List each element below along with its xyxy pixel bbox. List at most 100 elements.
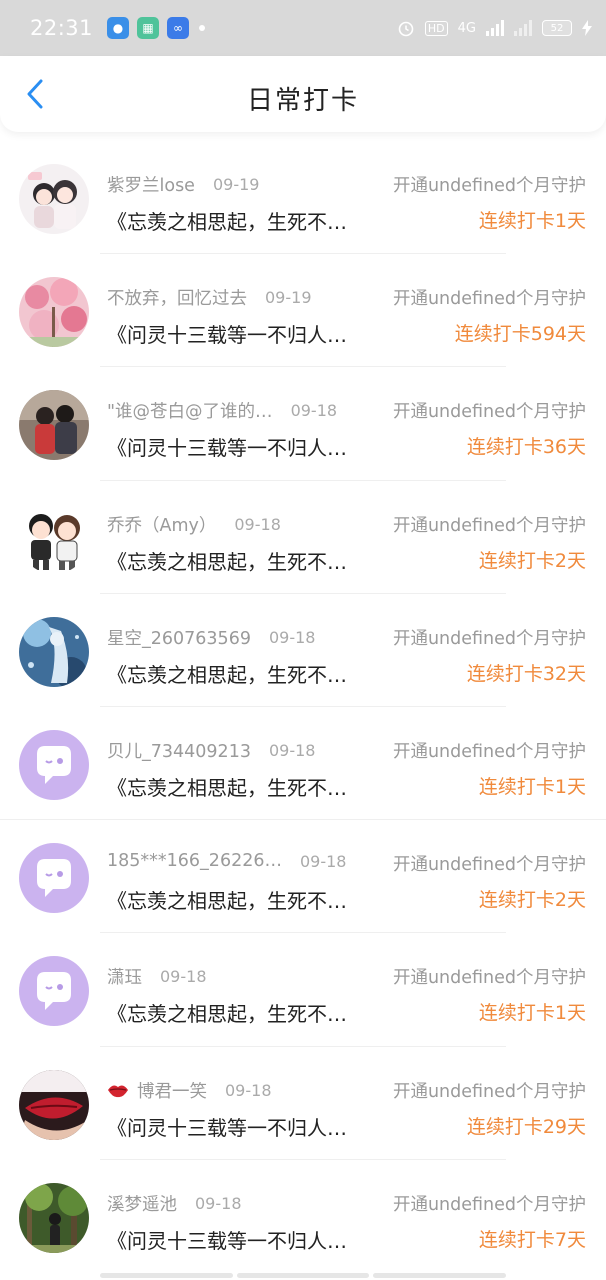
hd-badge: HD (424, 20, 448, 36)
user-info: 贝儿_734409213 09-18 (107, 738, 315, 763)
chat-bubble-icon (19, 956, 89, 1027)
list-item[interactable]: 不放弃，回忆过去 09-19 开通undefined个月守护 《问灵十三载等一不… (0, 254, 606, 368)
avatar[interactable] (19, 390, 89, 461)
avatar[interactable] (19, 277, 89, 348)
avatar[interactable] (19, 616, 89, 687)
avatar[interactable] (19, 1069, 89, 1140)
guard-status: 开通undefined个月守护 (392, 515, 586, 536)
user-info: "谁@苍白@了谁的… 09-18 (107, 398, 337, 423)
avatar[interactable] (19, 503, 89, 574)
checkin-content[interactable]: 《忘羡之相思起，生死不… (107, 772, 377, 801)
list-item[interactable]: 185***166_26226… 09-18 开通undefined个月守护 《… (0, 820, 606, 934)
checkin-date: 09-18 (268, 740, 316, 760)
avatar[interactable] (19, 164, 89, 234)
user-name[interactable]: 贝儿_734409213 (107, 738, 251, 763)
checkin-content[interactable]: 《问灵十三载等一不归人… (107, 319, 377, 348)
user-name[interactable]: "谁@苍白@了谁的… (107, 398, 273, 423)
user-name[interactable]: 乔乔（Amy） (107, 512, 216, 537)
list-item[interactable]: 潇珏 09-18 开通undefined个月守护 《忘羡之相思起，生死不… 连续… (0, 933, 606, 1047)
checkin-content[interactable]: 《忘羡之相思起，生死不… (107, 998, 377, 1027)
user-name[interactable]: 紫罗兰lose (107, 172, 195, 197)
user-info: 乔乔（Amy） 09-18 (107, 512, 281, 537)
list-item[interactable]: "谁@苍白@了谁的… 09-18 开通undefined个月守护 《问灵十三载等… (0, 367, 606, 481)
checkin-date: 09-18 (290, 401, 338, 421)
list-item[interactable]: 紫罗兰lose 09-19 开通undefined个月守护 《忘羡之相思起，生死… (0, 141, 606, 255)
chat-bubble-icon (19, 729, 89, 800)
guard-status: 开通undefined个月守护 (392, 176, 586, 196)
user-name[interactable]: 溪梦遥池 (107, 1191, 177, 1216)
guard-status: 开通undefined个月守护 (392, 741, 586, 762)
battery-icon: 52 (542, 20, 572, 36)
alarm-icon (398, 21, 414, 37)
streak-count: 连续打卡32天 (466, 662, 586, 685)
network-type: 4G (457, 20, 476, 36)
avatar[interactable] (19, 1182, 89, 1253)
streak-count: 连续打卡1天 (478, 210, 586, 232)
list-item[interactable]: 贝儿_734409213 09-18 开通undefined个月守护 《忘羡之相… (0, 707, 606, 821)
streak-count: 连续打卡594天 (454, 323, 586, 346)
status-app-icons: ● ▦ ∞ (107, 17, 206, 39)
checkin-content[interactable]: 《忘羡之相思起，生死不… (107, 206, 377, 235)
default-avatar[interactable] (19, 729, 89, 800)
chat-bubble-icon (19, 843, 89, 914)
nav-bar: 日常打卡 (0, 56, 606, 132)
signal-icon (486, 20, 504, 36)
user-info: 星空_260763569 09-18 (107, 625, 315, 650)
checkin-date: 09-18 (195, 1193, 242, 1213)
checkin-date: 09-18 (225, 1080, 272, 1100)
guard-status: 开通undefined个月守护 (392, 628, 586, 649)
guard-status: 开通undefined个月守护 (392, 1194, 586, 1215)
user-info: 溪梦遥池 09-18 (107, 1191, 242, 1216)
user-name[interactable]: 不放弃，回忆过去 (107, 285, 247, 310)
streak-count: 连续打卡2天 (478, 889, 586, 912)
charging-icon (582, 20, 592, 36)
streak-count: 连续打卡2天 (478, 549, 586, 572)
user-info: 博君一笑 09-18 (107, 1078, 272, 1103)
checkin-date: 09-18 (234, 514, 281, 534)
list-item[interactable]: 溪梦遥池 09-18 开通undefined个月守护 《问灵十三载等一不归人… … (0, 1160, 606, 1273)
lips-icon (108, 1085, 128, 1098)
list-item[interactable]: 星空_260763569 09-18 开通undefined个月守护 《忘羡之相… (0, 594, 606, 707)
list-item[interactable]: 乔乔（Amy） 09-18 开通undefined个月守护 《忘羡之相思起，生死… (0, 481, 606, 594)
status-indicators: HD 4G 52 (397, 19, 592, 37)
guard-status: 开通undefined个月守护 (392, 968, 586, 989)
user-name[interactable]: 博君一笑 (137, 1078, 207, 1103)
scroll-indicator (100, 1273, 507, 1278)
default-avatar[interactable] (19, 956, 89, 1027)
checkin-content[interactable]: 《忘羡之相思起，生死不… (107, 885, 377, 914)
checkin-date: 09-19 (265, 288, 312, 308)
guard-status: 开通undefined个月守护 (392, 855, 586, 876)
user-name[interactable]: 星空_260763569 (107, 625, 251, 650)
user-info: 紫罗兰lose 09-19 (107, 172, 259, 197)
checkin-date: 09-19 (212, 175, 260, 194)
user-name[interactable]: 185***166_26226… (107, 851, 282, 871)
user-info: 潇珏 09-18 (107, 964, 207, 989)
user-info: 不放弃，回忆过去 09-19 (107, 285, 312, 310)
checkin-content[interactable]: 《问灵十三载等一不归人… (107, 1112, 377, 1141)
checkin-date: 09-18 (268, 627, 316, 647)
streak-count: 连续打卡36天 (466, 436, 586, 459)
user-name[interactable]: 潇珏 (107, 964, 142, 989)
app-notification-icon: ● (107, 17, 130, 39)
streak-count: 连续打卡1天 (478, 775, 586, 798)
page-title: 日常打卡 (246, 86, 359, 116)
default-avatar[interactable] (19, 843, 89, 914)
list-item[interactable]: 博君一笑 09-18 开通undefined个月守护 《问灵十三载等一不归人… … (0, 1047, 606, 1160)
status-bar: 22:31 ● ▦ ∞ HD 4G 52 (0, 0, 606, 56)
user-info: 185***166_26226… 09-18 (107, 851, 346, 871)
checkin-content[interactable]: 《忘羡之相思起，生死不… (107, 546, 377, 575)
checkin-list: 紫罗兰lose 09-19 开通undefined个月守护 《忘羡之相思起，生死… (0, 141, 606, 1273)
status-time: 22:31 (30, 16, 94, 40)
app-notification-icon: ∞ (167, 17, 190, 39)
streak-count: 连续打卡7天 (478, 1228, 586, 1251)
checkin-date: 09-18 (299, 851, 347, 871)
more-notifications-icon (199, 25, 206, 31)
checkin-date: 09-18 (160, 967, 207, 987)
signal-icon (514, 20, 532, 36)
checkin-content[interactable]: 《问灵十三载等一不归人… (107, 1225, 377, 1254)
guard-status: 开通undefined个月守护 (392, 1081, 586, 1102)
checkin-content[interactable]: 《忘羡之相思起，生死不… (107, 659, 377, 688)
checkin-content[interactable]: 《问灵十三载等一不归人… (107, 432, 377, 461)
streak-count: 连续打卡1天 (478, 1002, 586, 1025)
app-notification-icon: ▦ (137, 17, 160, 39)
